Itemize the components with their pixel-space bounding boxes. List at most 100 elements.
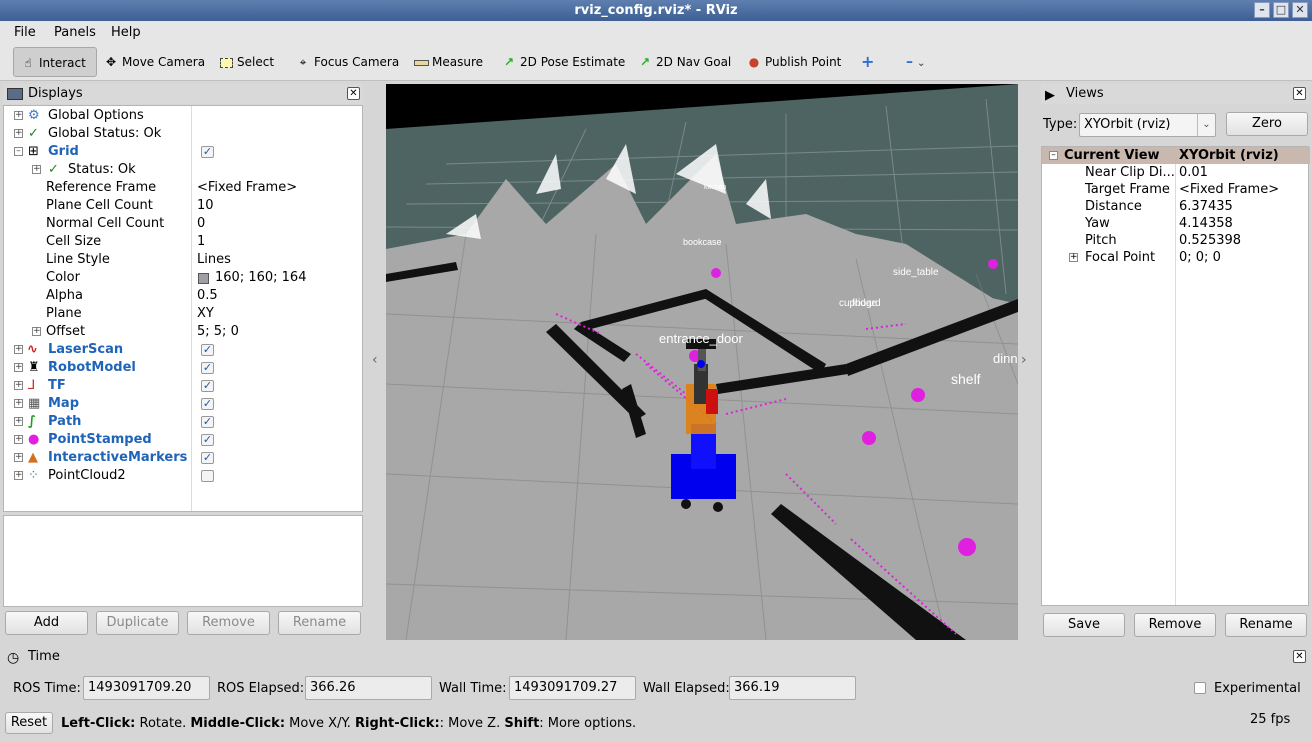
map-enabled-checkbox[interactable]: ✓ xyxy=(201,398,214,410)
view-prop-value[interactable]: 4.14358 xyxy=(1179,215,1233,232)
expand-icon[interactable]: + xyxy=(14,363,23,372)
wall-time-field[interactable]: 1493091709.27 xyxy=(509,676,636,700)
expand-icon[interactable]: + xyxy=(1069,253,1078,262)
view-type-select[interactable]: XYOrbit (rviz) ⌄ xyxy=(1079,113,1216,137)
collapse-right-arrow-icon[interactable]: › xyxy=(1021,352,1027,368)
collapse-left-arrow-icon[interactable]: ‹ xyxy=(372,352,378,368)
tf-enabled-checkbox[interactable]: ✓ xyxy=(201,380,214,392)
grid-status[interactable]: + ✓ Status: Ok xyxy=(4,161,362,179)
display-global-options[interactable]: + ⚙ Global Options xyxy=(4,107,362,125)
view-prop-yaw[interactable]: Yaw 4.14358 xyxy=(1042,215,1310,232)
views-tree[interactable]: – Current View XYOrbit (rviz) Near Clip … xyxy=(1041,146,1310,606)
prop-value[interactable]: 5; 5; 0 xyxy=(197,323,239,341)
prop-value[interactable]: 1 xyxy=(197,233,205,251)
color-swatch[interactable] xyxy=(198,273,209,284)
expand-icon[interactable]: + xyxy=(14,345,23,354)
reset-button[interactable]: Reset xyxy=(5,712,53,734)
move-camera-tool[interactable]: ✥ Move Camera xyxy=(97,47,205,77)
menu-file[interactable]: File xyxy=(14,25,36,40)
experimental-checkbox[interactable] xyxy=(1194,682,1206,694)
pose-estimate-tool[interactable]: ↗ 2D Pose Estimate xyxy=(495,47,625,77)
prop-cell-size[interactable]: Cell Size 1 xyxy=(4,233,362,251)
display-path[interactable]: + ∫ Path ✓ xyxy=(4,413,362,431)
display-pointcloud2[interactable]: + ⁘ PointCloud2 xyxy=(4,467,362,485)
expand-icon[interactable]: + xyxy=(14,399,23,408)
view-prop-distance[interactable]: Distance 6.37435 xyxy=(1042,198,1310,215)
prop-color[interactable]: Color 160; 160; 164 xyxy=(4,269,362,287)
prop-plane-cell-count[interactable]: Plane Cell Count 10 xyxy=(4,197,362,215)
prop-reference-frame[interactable]: Reference Frame <Fixed Frame> xyxy=(4,179,362,197)
expand-icon[interactable]: + xyxy=(14,435,23,444)
display-tf[interactable]: + ⅃ TF ✓ xyxy=(4,377,362,395)
prop-line-style[interactable]: Line Style Lines xyxy=(4,251,362,269)
view-prop-value[interactable]: 0; 0; 0 xyxy=(1179,249,1221,266)
display-map[interactable]: + ▦ Map ✓ xyxy=(4,395,362,413)
prop-value[interactable]: 0 xyxy=(197,215,205,233)
prop-value[interactable]: XY xyxy=(197,305,214,323)
prop-alpha[interactable]: Alpha 0.5 xyxy=(4,287,362,305)
prop-value[interactable]: 0.5 xyxy=(197,287,218,305)
view-prop-value[interactable]: 6.37435 xyxy=(1179,198,1233,215)
zero-button[interactable]: Zero xyxy=(1226,112,1308,136)
menu-help[interactable]: Help xyxy=(111,25,141,40)
render-viewport[interactable]: entrance_door shelf side_table bookcase … xyxy=(386,84,1018,640)
prop-value[interactable]: 160; 160; 164 xyxy=(215,269,306,287)
grid-enabled-checkbox[interactable]: ✓ xyxy=(201,146,214,158)
pointcloud2-enabled-checkbox[interactable] xyxy=(201,470,214,482)
menu-panels[interactable]: Panels xyxy=(54,25,96,40)
collapse-icon[interactable]: – xyxy=(1049,151,1058,160)
interactivemarkers-enabled-checkbox[interactable]: ✓ xyxy=(201,452,214,464)
interact-tool[interactable]: ☝ Interact xyxy=(13,47,97,77)
add-display-button[interactable]: Add xyxy=(5,611,88,635)
wall-elapsed-field[interactable]: 366.19 xyxy=(729,676,856,700)
expand-icon[interactable]: + xyxy=(14,129,23,138)
minimize-button[interactable]: – xyxy=(1254,2,1270,18)
display-interactivemarkers[interactable]: + ▲ InteractiveMarkers ✓ xyxy=(4,449,362,467)
laserscan-enabled-checkbox[interactable]: ✓ xyxy=(201,344,214,356)
views-close-icon[interactable]: ✕ xyxy=(1293,87,1306,100)
prop-value[interactable]: <Fixed Frame> xyxy=(197,179,297,197)
save-view-button[interactable]: Save xyxy=(1043,613,1125,637)
maximize-button[interactable]: □ xyxy=(1273,2,1289,18)
rename-view-button[interactable]: Rename xyxy=(1225,613,1307,637)
remove-display-button[interactable]: Remove xyxy=(187,611,270,635)
displays-tree[interactable]: + ⚙ Global Options + ✓ Global Status: Ok… xyxy=(3,105,363,512)
remove-view-button[interactable]: Remove xyxy=(1134,613,1216,637)
expand-icon[interactable]: + xyxy=(32,165,41,174)
view-prop-value[interactable]: <Fixed Frame> xyxy=(1179,181,1279,198)
view-prop-pitch[interactable]: Pitch 0.525398 xyxy=(1042,232,1310,249)
measure-tool[interactable]: Measure xyxy=(407,47,483,77)
prop-normal-cell-count[interactable]: Normal Cell Count 0 xyxy=(4,215,362,233)
focus-camera-tool[interactable]: ⌖ Focus Camera xyxy=(289,47,400,77)
duplicate-display-button[interactable]: Duplicate xyxy=(96,611,179,635)
prop-value[interactable]: Lines xyxy=(197,251,231,269)
prop-offset[interactable]: + Offset 5; 5; 0 xyxy=(4,323,362,341)
expand-icon[interactable]: + xyxy=(14,381,23,390)
expand-icon[interactable]: + xyxy=(14,417,23,426)
path-enabled-checkbox[interactable]: ✓ xyxy=(201,416,214,428)
current-view-row[interactable]: – Current View XYOrbit (rviz) xyxy=(1042,147,1310,164)
display-grid[interactable]: – ⊞ Grid ✓ xyxy=(4,143,362,161)
display-global-status[interactable]: + ✓ Global Status: Ok xyxy=(4,125,362,143)
nav-goal-tool[interactable]: ↗ 2D Nav Goal xyxy=(631,47,731,77)
add-tool-plus-icon[interactable]: + xyxy=(855,47,874,77)
view-prop-near-clip[interactable]: Near Clip Di... 0.01 xyxy=(1042,164,1310,181)
expand-icon[interactable]: + xyxy=(14,111,23,120)
displays-close-icon[interactable]: ✕ xyxy=(347,87,360,100)
pointstamped-enabled-checkbox[interactable]: ✓ xyxy=(201,434,214,446)
display-robotmodel[interactable]: + ♜ RobotModel ✓ xyxy=(4,359,362,377)
display-laserscan[interactable]: + ∿ LaserScan ✓ xyxy=(4,341,362,359)
display-pointstamped[interactable]: + ● PointStamped ✓ xyxy=(4,431,362,449)
robotmodel-enabled-checkbox[interactable]: ✓ xyxy=(201,362,214,374)
rename-display-button[interactable]: Rename xyxy=(278,611,361,635)
ros-time-field[interactable]: 1493091709.20 xyxy=(83,676,210,700)
view-prop-value[interactable]: 0.525398 xyxy=(1179,232,1241,249)
collapse-icon[interactable]: – xyxy=(14,147,23,156)
select-tool[interactable]: Select xyxy=(212,47,274,77)
prop-plane[interactable]: Plane XY xyxy=(4,305,362,323)
prop-value[interactable]: 10 xyxy=(197,197,214,215)
expand-icon[interactable]: + xyxy=(14,453,23,462)
time-close-icon[interactable]: ✕ xyxy=(1293,650,1306,663)
remove-tool-minus-icon[interactable]: – ⌄ xyxy=(900,47,925,77)
ros-elapsed-field[interactable]: 366.26 xyxy=(305,676,432,700)
